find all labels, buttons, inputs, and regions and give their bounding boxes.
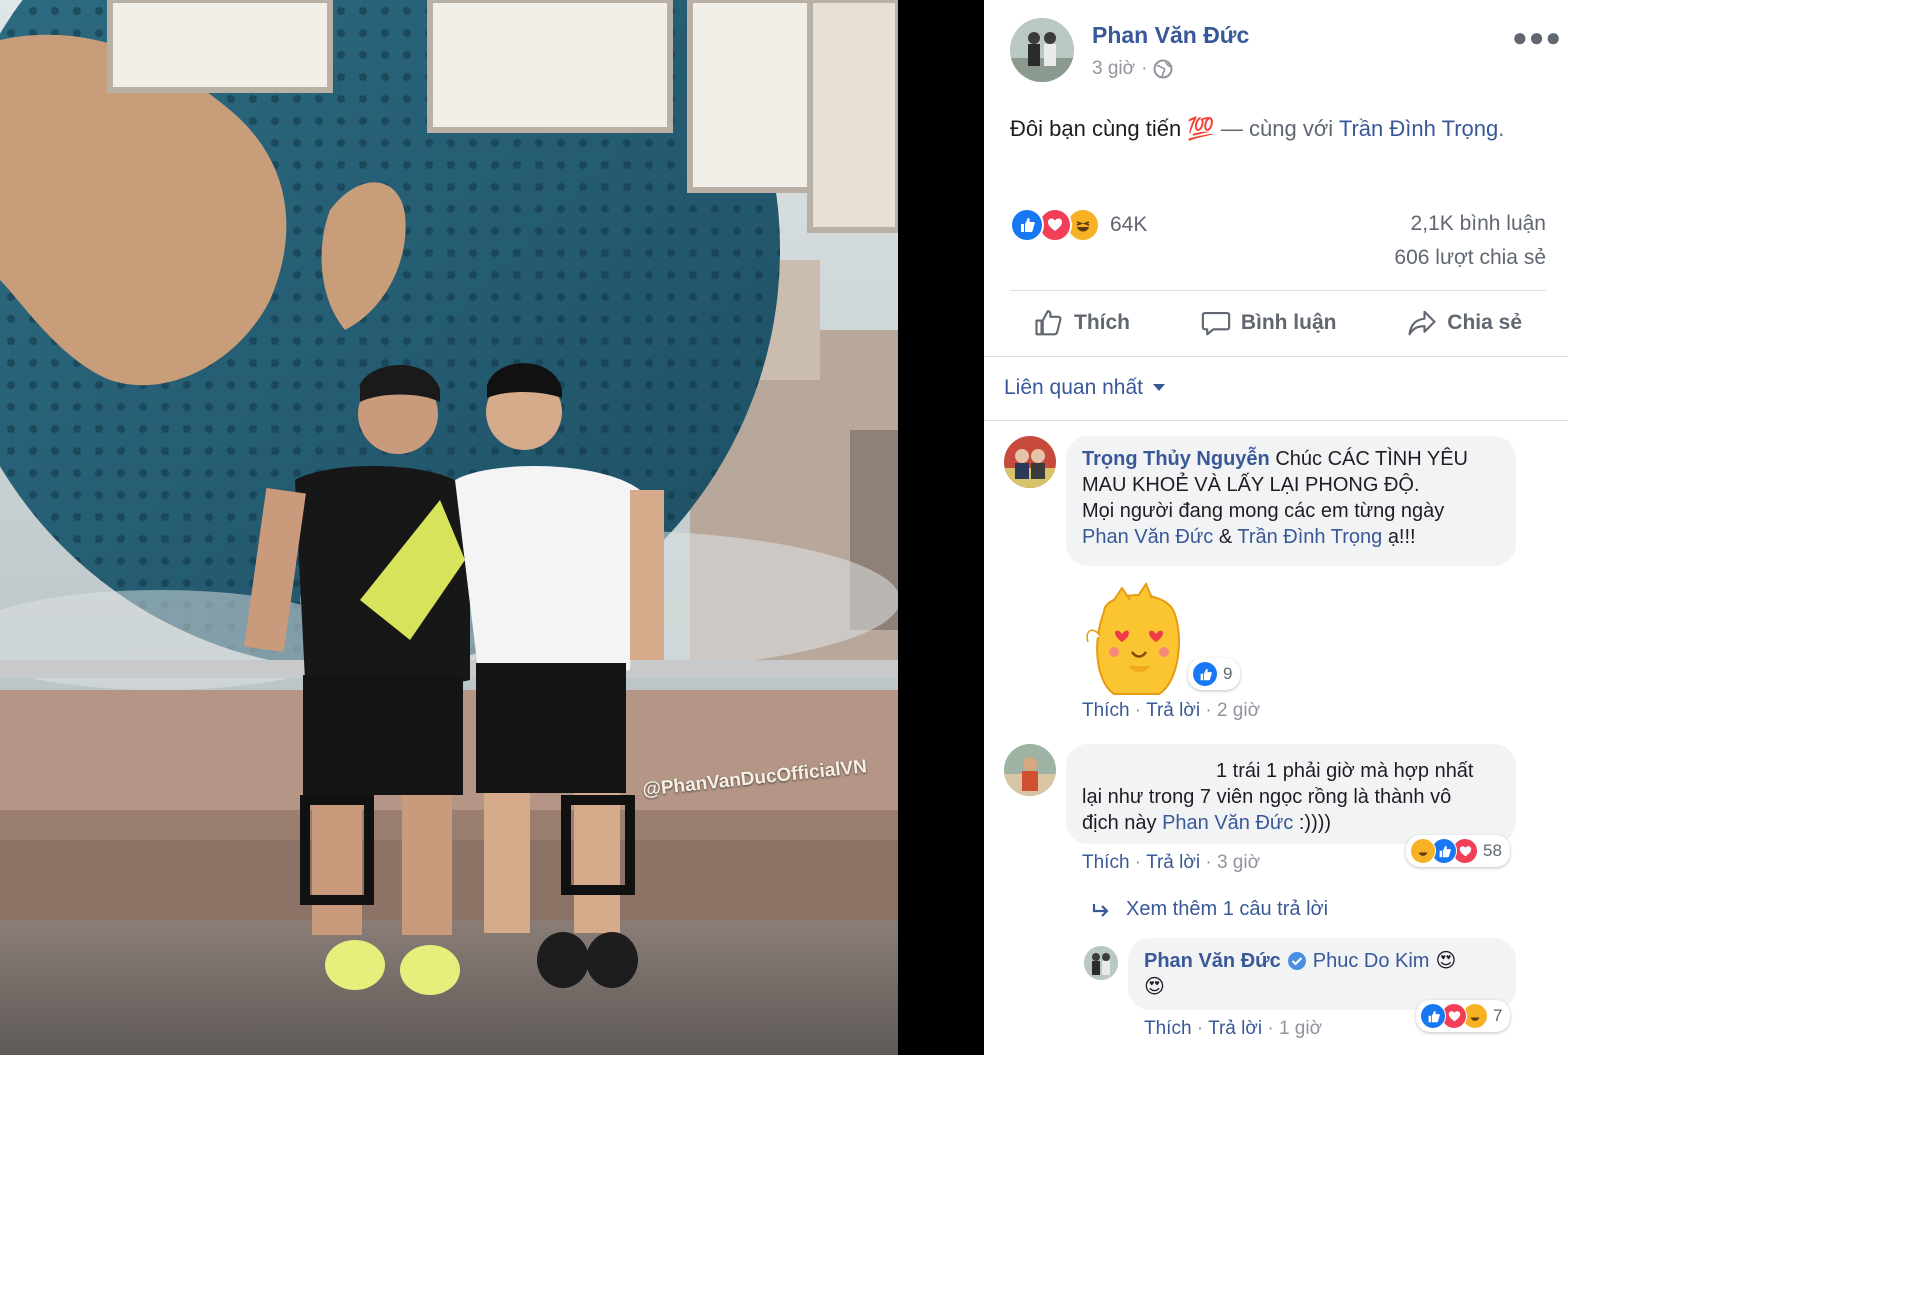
comment-like-link[interactable]: Thích bbox=[1082, 852, 1130, 873]
tagged-user-link[interactable]: Trần Đình Trọng bbox=[1339, 116, 1498, 141]
view-more-replies-label: Xem thêm 1 câu trả lời bbox=[1126, 898, 1329, 920]
like-button[interactable]: Thích bbox=[1010, 302, 1154, 344]
reply-meta: Thích · Trả lời · 1 giờ bbox=[1144, 1018, 1323, 1039]
comment-time[interactable]: 2 giờ bbox=[1217, 700, 1260, 721]
reaction-count: 58 bbox=[1483, 841, 1502, 860]
sort-divider bbox=[984, 420, 1568, 421]
comment-end: :)))) bbox=[1298, 812, 1332, 834]
share-button-label: Chia sẻ bbox=[1447, 311, 1522, 334]
meta-dot: · bbox=[1141, 58, 1148, 79]
share-button[interactable]: Chia sẻ bbox=[1383, 302, 1546, 344]
reaction-count: 64K bbox=[1110, 213, 1148, 236]
reaction-count-pill[interactable]: 7 bbox=[1416, 1000, 1511, 1032]
viewer-gutter bbox=[898, 0, 984, 1055]
author-name[interactable]: Phan Văn Đức bbox=[1092, 22, 1249, 49]
comment-sort-dropdown[interactable]: Liên quan nhất bbox=[1004, 376, 1165, 400]
caption-end: . bbox=[1498, 116, 1505, 141]
caption-with: — cùng với bbox=[1220, 116, 1334, 141]
comment-line-3: Mọi người đang mong các em từng ngày bbox=[1082, 500, 1445, 522]
reaction-count-pill[interactable]: 9 bbox=[1188, 658, 1241, 690]
comment-time[interactable]: 3 giờ bbox=[1217, 852, 1260, 873]
comment-end: ạ!!! bbox=[1387, 526, 1416, 548]
comment-reply-link[interactable]: Trả lời bbox=[1208, 1018, 1262, 1039]
shares-count[interactable]: 606 lượt chia sẻ bbox=[1394, 246, 1546, 270]
mention-link[interactable]: Phuc Do Kim bbox=[1313, 948, 1430, 974]
share-arrow-icon bbox=[1408, 310, 1436, 336]
verified-badge-icon bbox=[1287, 952, 1306, 970]
like-reaction-icon bbox=[1192, 661, 1218, 687]
comment-button-label: Bình luận bbox=[1240, 311, 1337, 334]
mention-link[interactable]: Trần Đình Trọng bbox=[1237, 526, 1382, 548]
reaction-count-pill[interactable]: 58 bbox=[1406, 835, 1510, 867]
commenter-name[interactable]: Trọng Thủy Nguyễn bbox=[1082, 448, 1270, 470]
comment-line-1: 1 trái 1 phải giờ mà hợp nhất bbox=[1216, 760, 1474, 782]
comment-text: Chúc CÁC TÌNH YÊU bbox=[1275, 448, 1468, 470]
comment-line-2: lại như trong 7 viên ngọc rồng là thành … bbox=[1082, 786, 1452, 808]
comment-reply-link[interactable]: Trả lời bbox=[1146, 700, 1200, 721]
comment-time[interactable]: 1 giờ bbox=[1279, 1018, 1322, 1039]
comment-line-4: Phan Văn Đức & Trần Đình Trọng ạ!!! bbox=[1082, 524, 1500, 550]
post-meta: 3 giờ · bbox=[1092, 58, 1173, 80]
post-action-bar: Thích Bình luận Chia sẻ bbox=[1010, 302, 1546, 344]
reaction-summary[interactable]: 64K bbox=[1010, 208, 1147, 242]
comment-line-2: MAU KHOẺ VÀ LẤY LẠI PHONG ĐỘ. bbox=[1082, 474, 1420, 496]
post-caption: Đôi bạn cùng tiến 💯 — cùng với Trần Đình… bbox=[1010, 116, 1504, 142]
replier-name[interactable]: Phan Văn Đức bbox=[1144, 948, 1281, 974]
commenter-avatar[interactable] bbox=[1004, 436, 1056, 488]
stats-divider bbox=[1010, 290, 1546, 291]
comment-bubble: Trọng Thủy Nguyễn Chúc CÁC TÌNH YÊU MAU … bbox=[1066, 436, 1516, 566]
actions-divider bbox=[984, 356, 1568, 357]
mention-link[interactable]: Phan Văn Đức bbox=[1162, 812, 1293, 834]
sort-label: Liên quan nhất bbox=[1004, 376, 1143, 399]
reply-arrow-icon bbox=[1092, 903, 1109, 917]
post-photo[interactable]: @PhanVanDucOfficialVN bbox=[0, 0, 898, 1055]
sticker-image[interactable] bbox=[1084, 581, 1188, 698]
comment-line-3: địch này Phan Văn Đức :)))) bbox=[1082, 810, 1500, 836]
mention-link[interactable]: Phan Văn Đức bbox=[1082, 526, 1213, 548]
hundred-emoji: 💯 bbox=[1187, 116, 1215, 141]
like-reaction-icon bbox=[1010, 208, 1044, 242]
reply-line-2: 😍 bbox=[1144, 976, 1165, 998]
heart-eyes-emoji: 😍 bbox=[1435, 950, 1457, 972]
view-more-replies[interactable]: Xem thêm 1 câu trả lời bbox=[1092, 898, 1328, 921]
photo-illustration bbox=[0, 0, 898, 1055]
globe-icon bbox=[1153, 59, 1173, 79]
like-button-label: Thích bbox=[1074, 311, 1130, 334]
comments-count[interactable]: 2,1K bình luận bbox=[1411, 212, 1546, 236]
caret-down-icon bbox=[1152, 384, 1165, 391]
comment-line-1: Trọng Thủy Nguyễn Chúc CÁC TÌNH YÊU bbox=[1082, 446, 1500, 472]
comment-meta: Thích · Trả lời · 2 giờ bbox=[1082, 700, 1261, 721]
comment-bubble: 1 trái 1 phải giờ mà hợp nhất lại như tr… bbox=[1066, 744, 1516, 844]
author-avatar[interactable] bbox=[1010, 18, 1074, 82]
comment-meta: Thích · Trả lời · 3 giờ bbox=[1082, 852, 1261, 873]
post-panel: Phan Văn Đức 3 giờ · ●●● Đôi bạn cùng ti… bbox=[984, 0, 1568, 1055]
caption-text: Đôi bạn cùng tiến bbox=[1010, 116, 1182, 141]
comment-button[interactable]: Bình luận bbox=[1177, 302, 1361, 344]
ampersand: & bbox=[1218, 526, 1233, 548]
comment-text: địch này bbox=[1082, 812, 1157, 834]
comment-reply-link[interactable]: Trả lời bbox=[1146, 852, 1200, 873]
comment-like-link[interactable]: Thích bbox=[1144, 1018, 1192, 1039]
reaction-count: 7 bbox=[1493, 1006, 1503, 1025]
more-options-icon[interactable]: ●●● bbox=[1512, 22, 1562, 53]
replier-avatar[interactable] bbox=[1084, 946, 1118, 980]
comment-bubble-icon bbox=[1201, 311, 1230, 336]
haha-reaction-icon bbox=[1410, 838, 1436, 864]
comment-like-link[interactable]: Thích bbox=[1082, 700, 1130, 721]
thumbs-up-icon bbox=[1035, 310, 1062, 336]
reaction-count: 9 bbox=[1223, 664, 1233, 683]
post-time[interactable]: 3 giờ bbox=[1092, 58, 1135, 80]
like-reaction-icon bbox=[1420, 1003, 1446, 1029]
commenter-avatar[interactable] bbox=[1004, 744, 1056, 796]
reply-line-1: Phan Văn Đức Phuc Do Kim 😍 bbox=[1144, 948, 1500, 974]
